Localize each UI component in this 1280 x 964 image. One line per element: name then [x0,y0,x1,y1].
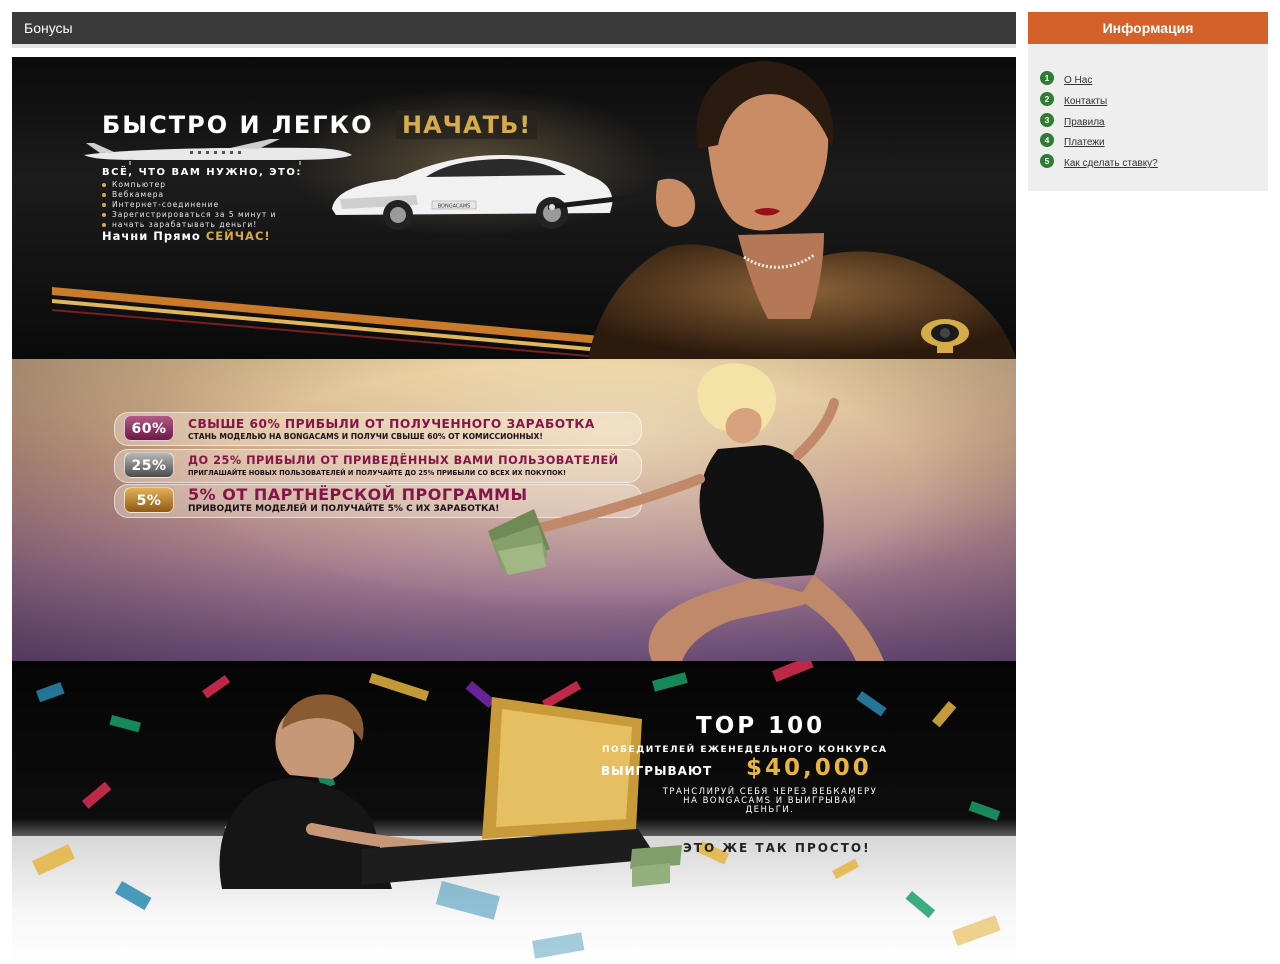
number-badge: 4 [1040,133,1054,148]
info-item-about: 1 О Нас [1028,70,1268,91]
money-fan-icon [488,509,550,575]
sidebar-title: Информация [1028,12,1268,44]
webcam-logo-icon [921,319,969,353]
badge-5-percent: 5% [124,487,174,513]
needs-title: ВСЁ, ЧТО ВАМ НУЖНО, ЭТО: [102,167,302,178]
banner-1-title-highlight: НАЧАТЬ! [396,111,538,139]
list-item: Зарегистрироваться за 5 минут и [102,210,277,220]
top-100-title: TOP 100 [696,713,826,739]
info-item-payments: 4 Платежи [1028,132,1268,153]
info-sidebar: Информация 1 О Нас 2 Контакты 3 Правила … [1028,12,1268,191]
section-divider [12,44,1016,48]
badge-25-percent: 25% [124,452,174,478]
info-item-how-to-bet: 5 Как сделать ставку? [1028,153,1268,174]
info-links: 1 О Нас 2 Контакты 3 Правила 4 Платежи 5… [1028,44,1268,174]
needs-list: Компьютер Вебкамера Интернет-соединение … [102,180,277,230]
number-badge: 2 [1040,91,1054,106]
car-plate: BONGACAMS [438,204,471,210]
banner-stack: BONGACAMS БЫСТРО И ЛЕГКО НАЧАТЬ! ВСЁ, ЧТ… [12,57,1016,964]
main-content: Бонусы BONGACAMS БЫСТРО И ЛЕГКО НАЧАТЬ! … [12,12,1016,964]
contest-subtitle: ПОБЕДИТЕЛЕЙ ЕЖЕНЕДЕЛЬНОГО КОНКУРСА [602,745,888,755]
list-item: Интернет-соединение [102,200,277,210]
contest-description: ТРАНСЛИРУЙ СЕБЯ ЧЕРЕЗ ВЕБКАМЕРУ НА BONGA… [662,787,878,815]
link-contacts[interactable]: Контакты [1064,96,1107,107]
cta-highlight: СЕЙЧАС! [205,229,271,243]
jet-icon [84,139,352,165]
number-badge: 5 [1040,154,1054,169]
list-item: Вебкамера [102,190,277,200]
model-with-laptop [219,694,682,889]
link-rules[interactable]: Правила [1064,117,1105,128]
cta-text: Начни Прямо [102,229,201,243]
section-title: Бонусы [12,12,1016,44]
info-item-contacts: 2 Контакты [1028,91,1268,112]
prize-amount: $40,000 [746,755,872,781]
link-how-to-bet[interactable]: Как сделать ставку? [1064,158,1158,169]
number-badge: 1 [1040,71,1054,85]
info-item-rules: 3 Правила [1028,112,1268,133]
banner-profit-share[interactable]: 60% 25% 5% СВЫШЕ 60% ПРИБЫЛИ ОТ ПОЛУЧЕНН… [12,359,1016,661]
profit-subline-3: ПРИВОДИТЕ МОДЕЛЕЙ И ПОЛУЧАЙТЕ 5% С ИХ ЗА… [188,504,500,514]
banner-1-title: БЫСТРО И ЛЕГКО [102,111,374,139]
model-photo [488,363,884,661]
banner-quick-start[interactable]: BONGACAMS БЫСТРО И ЛЕГКО НАЧАТЬ! ВСЁ, ЧТ… [12,57,1016,359]
link-payments[interactable]: Платежи [1064,137,1105,148]
model-photo [548,60,1016,359]
win-label: ВЫИГРЫВАЮТ [601,764,713,778]
number-badge: 3 [1040,112,1054,127]
banner-top-100[interactable]: TOP 100 ПОБЕДИТЕЛЕЙ ЕЖЕНЕДЕЛЬНОГО КОНКУР… [12,661,1016,964]
easy-tagline: ЭТО ЖЕ ТАК ПРОСТО! [683,841,871,855]
banner-1-cta: Начни Прямо СЕЙЧАС! [102,229,271,243]
link-about[interactable]: О Нас [1064,75,1092,86]
badge-60-percent: 60% [124,415,174,441]
list-item: Компьютер [102,180,277,190]
road-stripes [52,287,612,357]
